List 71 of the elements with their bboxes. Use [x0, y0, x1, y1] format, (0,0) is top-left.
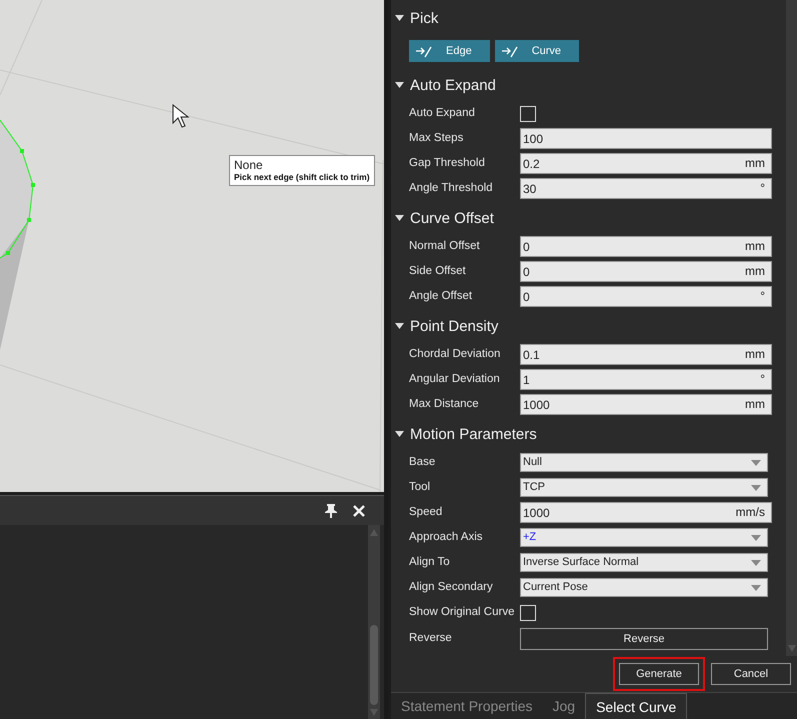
- field-label: Reverse: [409, 631, 453, 646]
- field-label: Tool: [409, 480, 432, 495]
- field-label: Gap Threshold: [409, 156, 486, 171]
- unit-label: mm: [745, 239, 765, 254]
- field-label: Base: [409, 454, 436, 470]
- caret-icon: [751, 560, 761, 566]
- action-button[interactable]: Generate: [613, 657, 705, 691]
- cursor-icon: [172, 104, 190, 129]
- caret-icon: [751, 584, 761, 590]
- scroll-thumb[interactable]: [370, 625, 378, 705]
- reverse-button[interactable]: Reverse: [520, 628, 768, 650]
- action-button[interactable]: Cancel: [711, 663, 791, 685]
- dropdown-value: TCP: [523, 480, 545, 496]
- input-field[interactable]: 100: [520, 128, 772, 149]
- field-label: Max Steps: [409, 130, 464, 146]
- dropdown-value: Inverse Surface Normal: [523, 555, 639, 570]
- section-title[interactable]: Motion Parameters: [410, 424, 537, 446]
- dropdown[interactable]: TCP: [520, 478, 768, 497]
- field-label: Angle Threshold: [409, 180, 494, 196]
- dropdown-value: Current Pose: [523, 580, 588, 596]
- collapse-triangle-icon[interactable]: [395, 14, 404, 24]
- field-label: Side Offset: [409, 264, 467, 279]
- dropdown-value: Null: [523, 455, 542, 470]
- unit-label: °: [760, 372, 765, 387]
- field-label: Angular Deviation: [409, 372, 501, 387]
- dropdown[interactable]: Current Pose: [520, 578, 768, 597]
- unit-label: mm: [745, 347, 765, 362]
- collapse-triangle-icon[interactable]: [395, 214, 404, 224]
- field-label: Show Original Curve: [409, 604, 516, 620]
- unit-label: mm/s: [736, 505, 765, 520]
- arrow-icon: [415, 44, 432, 58]
- tab[interactable]: Select Curve: [585, 693, 688, 719]
- field-label: Approach Axis: [409, 530, 484, 545]
- dropdown[interactable]: Inverse Surface Normal: [520, 553, 768, 572]
- caret-icon: [751, 534, 761, 540]
- field-label: Normal Offset: [409, 238, 481, 254]
- collapse-triangle-icon[interactable]: [395, 82, 404, 90]
- unit-label: mm: [745, 156, 765, 171]
- unit-label: °: [760, 181, 765, 196]
- field-label: Angle Offset: [409, 288, 474, 304]
- section-title[interactable]: Auto Expand: [410, 74, 496, 98]
- unit-label: °: [760, 289, 765, 304]
- pin-icon[interactable]: [324, 503, 338, 518]
- caret-icon: [751, 484, 761, 490]
- pick-button[interactable]: Curve: [494, 40, 580, 62]
- unit-label: mm: [745, 264, 765, 279]
- tooltip-title: None: [234, 158, 264, 172]
- pick-button[interactable]: Edge: [409, 40, 490, 62]
- collapse-triangle-icon[interactable]: [395, 430, 404, 440]
- caret-icon: [751, 460, 761, 466]
- section-title[interactable]: Curve Offset: [410, 208, 494, 230]
- dropdown[interactable]: Null: [520, 453, 768, 472]
- unit-label: mm: [745, 397, 765, 412]
- close-icon[interactable]: [352, 504, 366, 518]
- collapse-triangle-icon[interactable]: [395, 322, 404, 332]
- dropdown[interactable]: +Z: [520, 528, 768, 547]
- dropdown-value: +Z: [523, 530, 536, 546]
- field-label: Max Distance: [409, 396, 480, 412]
- field-label: Chordal Deviation: [409, 346, 502, 362]
- section-title[interactable]: Point Density: [410, 316, 498, 338]
- field-label: Align To: [409, 554, 451, 570]
- section-title[interactable]: Pick: [410, 8, 438, 30]
- tab[interactable]: Statement Properties: [391, 693, 543, 719]
- field-label: Auto Expand: [409, 106, 476, 121]
- checkbox[interactable]: [520, 106, 536, 122]
- field-label: Align Secondary: [409, 580, 494, 595]
- tooltip-hint: Pick next edge (shift click to trim): [234, 172, 370, 183]
- tab[interactable]: Jog: [542, 693, 586, 719]
- checkbox[interactable]: [520, 604, 536, 620]
- field-label: Speed: [409, 504, 444, 520]
- arrow-icon: [500, 44, 518, 58]
